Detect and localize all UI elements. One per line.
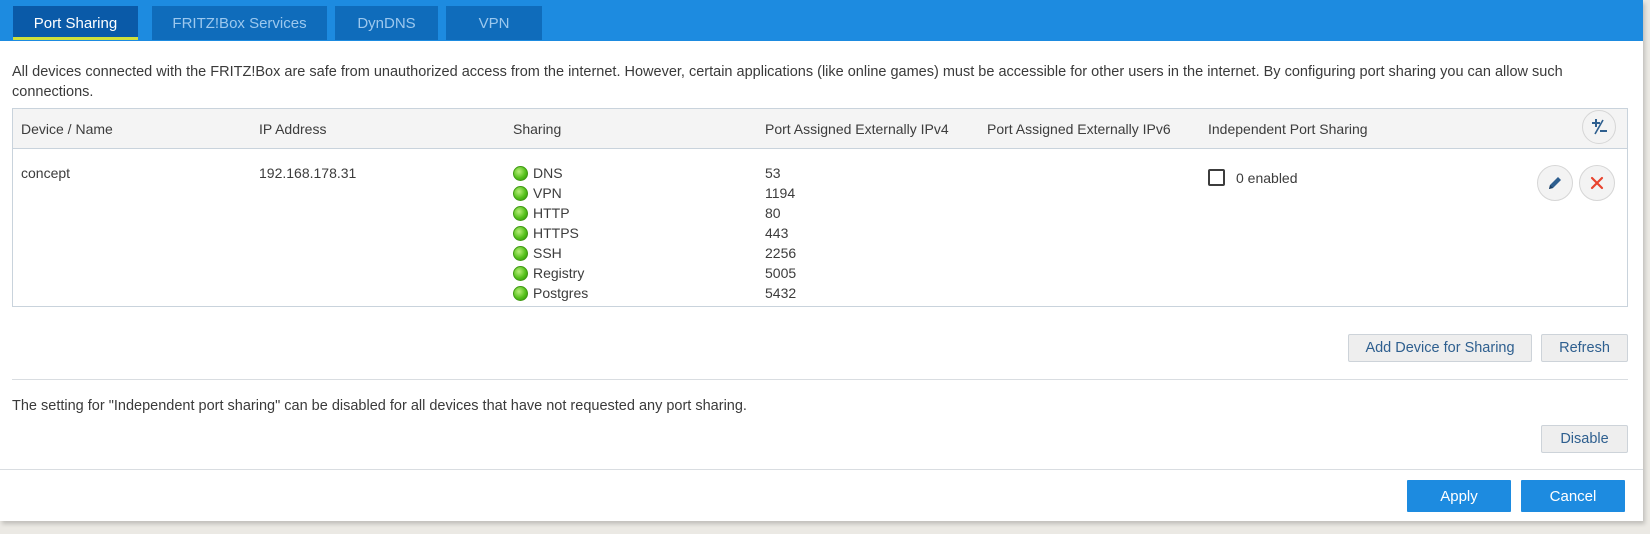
tab-port-sharing[interactable]: Port Sharing bbox=[13, 6, 138, 40]
tab-bar: Port Sharing FRITZ!Box Services DynDNS V… bbox=[0, 0, 1643, 41]
header-ipv6: Port Assigned Externally IPv6 bbox=[987, 121, 1171, 137]
active-tab-indicator bbox=[13, 37, 138, 40]
device-ip: 192.168.178.31 bbox=[259, 165, 357, 181]
service-port: 1194 bbox=[765, 185, 796, 201]
cancel-button[interactable]: Cancel bbox=[1521, 480, 1625, 512]
independent-sharing-checkbox[interactable] bbox=[1208, 169, 1225, 186]
refresh-button[interactable]: Refresh bbox=[1541, 334, 1628, 362]
service-name: HTTPS bbox=[533, 225, 579, 241]
port-sharing-panel: Port Sharing FRITZ!Box Services DynDNS V… bbox=[0, 0, 1643, 521]
header-sharing: Sharing bbox=[513, 121, 562, 137]
plus-minus-icon bbox=[1592, 119, 1607, 135]
status-dot-icon bbox=[513, 165, 528, 181]
tab-vpn[interactable]: VPN bbox=[446, 6, 542, 40]
service-port: 5432 bbox=[765, 285, 797, 301]
status-dot-icon bbox=[513, 285, 528, 301]
header-ipv4: Port Assigned Externally IPv4 bbox=[765, 121, 949, 137]
tab-label: VPN bbox=[478, 14, 510, 32]
toggle-columns-button[interactable] bbox=[1582, 110, 1616, 144]
status-dot-icon bbox=[513, 205, 528, 221]
status-dot-icon bbox=[513, 185, 528, 201]
apply-button[interactable]: Apply bbox=[1407, 480, 1511, 512]
device-name: concept bbox=[21, 165, 71, 181]
service-item: Registry bbox=[513, 263, 584, 283]
status-dot-icon bbox=[513, 225, 528, 241]
close-icon bbox=[1590, 176, 1604, 190]
header-independent: Independent Port Sharing bbox=[1208, 121, 1368, 137]
tab-dyndns[interactable]: DynDNS bbox=[335, 6, 438, 40]
status-dot-icon bbox=[513, 245, 528, 261]
service-name: SSH bbox=[533, 245, 562, 261]
add-device-button[interactable]: Add Device for Sharing bbox=[1348, 334, 1532, 362]
service-port: 80 bbox=[765, 205, 781, 221]
independent-sharing-label: 0 enabled bbox=[1236, 170, 1298, 186]
independent-sharing-note: The setting for "Independent port sharin… bbox=[12, 398, 747, 414]
service-item: HTTP bbox=[513, 203, 570, 223]
service-port: 443 bbox=[765, 225, 789, 241]
service-item: SSH bbox=[513, 243, 562, 263]
service-name: DNS bbox=[533, 165, 563, 181]
service-item: HTTPS bbox=[513, 223, 579, 243]
service-item: VPN bbox=[513, 183, 562, 203]
service-name: HTTP bbox=[533, 205, 570, 221]
footer-divider bbox=[0, 469, 1643, 470]
service-name: Postgres bbox=[533, 285, 589, 301]
service-item: Postgres bbox=[513, 283, 588, 303]
pencil-icon bbox=[1549, 177, 1561, 189]
tab-label: Port Sharing bbox=[33, 14, 118, 32]
table-header: Device / Name IP Address Sharing Port As… bbox=[13, 109, 1627, 149]
delete-button[interactable] bbox=[1579, 165, 1615, 201]
tab-fritzbox-services[interactable]: FRITZ!Box Services bbox=[152, 6, 327, 40]
edit-button[interactable] bbox=[1537, 165, 1573, 201]
service-name: Registry bbox=[533, 265, 585, 281]
disable-button[interactable]: Disable bbox=[1541, 425, 1628, 453]
header-ip: IP Address bbox=[259, 121, 327, 137]
status-dot-icon bbox=[513, 265, 528, 281]
service-name: VPN bbox=[533, 185, 562, 201]
service-port: 2256 bbox=[765, 245, 797, 261]
service-item: DNS bbox=[513, 163, 563, 183]
divider bbox=[12, 379, 1628, 380]
header-device: Device / Name bbox=[21, 121, 113, 137]
service-port: 53 bbox=[765, 165, 781, 181]
tab-label: DynDNS bbox=[357, 14, 416, 32]
port-sharing-table: Device / Name IP Address Sharing Port As… bbox=[12, 108, 1628, 307]
intro-text: All devices connected with the FRITZ!Box… bbox=[12, 64, 1563, 100]
service-port: 5005 bbox=[765, 265, 797, 281]
tab-label: FRITZ!Box Services bbox=[172, 14, 307, 32]
